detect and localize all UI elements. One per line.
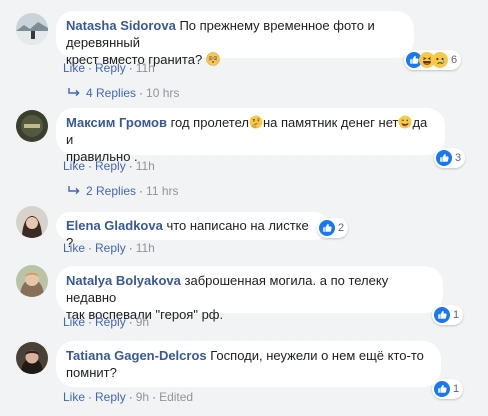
comment-bubble: Максим Громов год пролетел на памятник де…: [56, 108, 445, 164]
comment-timestamp[interactable]: 11h: [136, 61, 155, 75]
reply-button[interactable]: Reply: [95, 390, 126, 404]
reply-arrow-icon: [68, 186, 80, 196]
reactions-badge[interactable]: 3: [434, 148, 466, 168]
reaction-count: 2: [338, 222, 345, 234]
reactions-badge[interactable]: 2: [317, 218, 349, 238]
like-button[interactable]: Like: [63, 390, 85, 404]
comment-timestamp[interactable]: 11h: [136, 241, 155, 255]
avatar[interactable]: [16, 110, 48, 142]
like-button[interactable]: Like: [63, 61, 85, 75]
reply-button[interactable]: Reply: [95, 159, 126, 173]
comment-text-line2: помнит?: [66, 365, 117, 380]
sad-icon: [432, 52, 448, 68]
comment-author[interactable]: Elena Gladkova: [66, 218, 163, 233]
reaction-count: 1: [453, 383, 460, 395]
reactions-badge[interactable]: 1: [432, 379, 464, 399]
like-icon: [436, 150, 452, 166]
comment-bubble: Elena Gladkova что написано на листке ?: [56, 212, 328, 250]
reaction-count: 1: [453, 309, 460, 321]
reply-button[interactable]: Reply: [95, 241, 126, 255]
like-button[interactable]: Like: [63, 315, 85, 329]
flushed-emoji-icon: [206, 52, 220, 66]
comment-author[interactable]: Natasha Sidorova: [66, 18, 176, 33]
tongue-emoji-icon: [398, 115, 412, 129]
comment-author[interactable]: Tatiana Gagen-Delcros: [66, 348, 207, 363]
reply-arrow-icon: [68, 88, 80, 98]
comment-author[interactable]: Максим Громов: [66, 115, 167, 130]
avatar[interactable]: [16, 342, 48, 374]
comment-text: Господи, неужели о нем ещё кто-то: [206, 348, 424, 363]
thinking-emoji-icon: [249, 115, 263, 129]
like-button[interactable]: Like: [63, 159, 85, 173]
edited-label[interactable]: Edited: [159, 390, 193, 404]
top-edge: [0, 0, 488, 6]
reactions-badge[interactable]: 6: [404, 50, 462, 70]
replies-timestamp: 11 hrs: [146, 184, 179, 198]
replies-count[interactable]: 4 Replies: [86, 86, 136, 100]
avatar[interactable]: [16, 265, 48, 297]
comment-timestamp[interactable]: 9h: [136, 315, 149, 329]
comment-text: год пролетел: [166, 115, 249, 130]
comment-bubble: Tatiana Gagen-Delcros Господи, неужели о…: [56, 341, 441, 387]
avatar[interactable]: [16, 13, 48, 45]
like-button[interactable]: Like: [63, 241, 85, 255]
replies-timestamp: 10 hrs: [146, 86, 180, 100]
reply-button[interactable]: Reply: [95, 61, 126, 75]
comment-timestamp[interactable]: 11h: [136, 159, 155, 173]
comment-actions: Like · Reply · 11h: [63, 159, 155, 173]
comment-timestamp[interactable]: 9h: [136, 390, 149, 404]
replies-count[interactable]: 2 Replies: [86, 184, 136, 198]
reply-button[interactable]: Reply: [95, 315, 126, 329]
view-replies-link[interactable]: 4 Replies · 10 hrs: [68, 86, 179, 100]
comment-author[interactable]: Natalya Bolyakova: [66, 273, 181, 288]
comment-actions: Like · Reply · 9h: [63, 315, 150, 329]
comment-actions: Like · Reply · 11h: [63, 61, 155, 75]
like-icon: [434, 307, 450, 323]
reaction-count: 6: [451, 54, 458, 66]
comment-actions: Like · Reply · 11h: [63, 241, 155, 255]
comment-bubble: Natasha Sidorova По прежнему временное ф…: [56, 11, 414, 67]
like-icon: [319, 220, 335, 236]
comment-actions: Like · Reply · 9h · Edited: [63, 390, 194, 404]
view-replies-link[interactable]: 2 Replies · 11 hrs: [68, 184, 179, 198]
reactions-badge[interactable]: 1: [432, 305, 464, 325]
comment-text-part2: на памятник денег нет: [262, 115, 399, 130]
avatar[interactable]: [16, 206, 48, 238]
reaction-count: 3: [455, 152, 462, 164]
comment-bubble: Natalya Bolyakova заброшенная могила. а …: [56, 266, 443, 322]
like-icon: [434, 381, 450, 397]
